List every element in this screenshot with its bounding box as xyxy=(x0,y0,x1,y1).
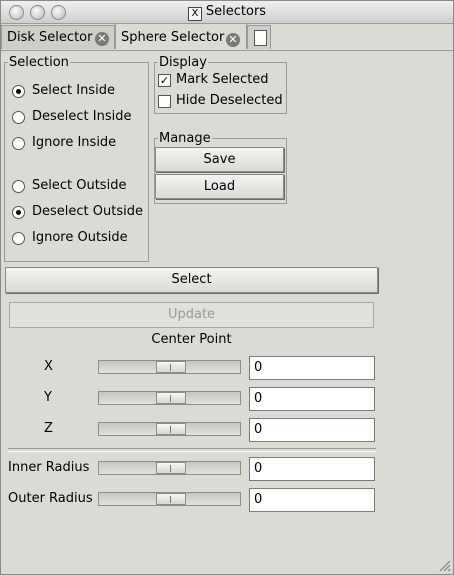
tab-label: Disk Selector xyxy=(7,30,93,45)
outer-radius-label: Outer Radius xyxy=(8,491,93,506)
radio-circle xyxy=(12,206,25,219)
inner-radius-label: Inner Radius xyxy=(8,460,90,475)
tab-label: Sphere Selector xyxy=(121,30,225,45)
selection-group: Selection Select Inside Deselect Inside … xyxy=(4,55,149,262)
radio-label: Ignore Inside xyxy=(32,135,117,150)
select-button[interactable]: Select xyxy=(5,267,378,293)
slider-thumb[interactable] xyxy=(156,392,186,404)
slider-thumb[interactable] xyxy=(156,423,186,435)
close-icon[interactable]: ✕ xyxy=(95,32,109,46)
inner-radius-slider[interactable] xyxy=(98,461,241,475)
radio-circle xyxy=(12,85,25,98)
tab-disk-selector[interactable]: Disk Selector ✕ xyxy=(1,25,115,49)
z-label: Z xyxy=(44,421,53,436)
save-button[interactable]: Save xyxy=(155,147,284,172)
checkbox-box xyxy=(158,95,171,108)
checkbox-label: Hide Deselected xyxy=(176,93,283,108)
radio-label: Deselect Inside xyxy=(32,109,132,124)
radio-dot xyxy=(16,89,21,94)
outer-radius-slider[interactable] xyxy=(98,492,241,506)
display-group: Display ✓ Mark Selected Hide Deselected xyxy=(154,55,287,114)
radio-label: Ignore Outside xyxy=(32,230,128,245)
new-document-icon xyxy=(254,30,267,46)
tab-sphere-selector[interactable]: Sphere Selector ✕ xyxy=(115,23,247,49)
load-button[interactable]: Load xyxy=(155,174,284,199)
radio-label: Select Inside xyxy=(32,83,115,98)
new-tab-button[interactable] xyxy=(247,25,271,49)
outer-radius-input[interactable]: 0 xyxy=(249,488,375,512)
update-button[interactable]: Update xyxy=(9,302,374,328)
inner-radius-input[interactable]: 0 xyxy=(249,457,375,481)
window-title-area: X Selectors xyxy=(1,4,453,21)
y-slider[interactable] xyxy=(98,391,241,405)
checkbox-label: Mark Selected xyxy=(176,72,269,87)
resize-grip-icon[interactable] xyxy=(437,558,451,572)
selectors-window: X Selectors Disk Selector ✕ Sphere Select… xyxy=(0,0,454,575)
slider-thumb[interactable] xyxy=(156,493,186,505)
radio-circle xyxy=(12,232,25,245)
tab-divider xyxy=(1,50,453,51)
x-slider[interactable] xyxy=(98,360,241,374)
radio-circle xyxy=(12,137,25,150)
display-legend: Display xyxy=(158,55,208,70)
y-input[interactable]: 0 xyxy=(249,387,375,411)
window-title: Selectors xyxy=(205,4,267,19)
checkbox-box: ✓ xyxy=(158,74,171,87)
title-bar: X Selectors xyxy=(1,1,453,24)
selection-legend: Selection xyxy=(8,55,70,70)
x11-icon: X xyxy=(187,7,202,21)
radio-label: Select Outside xyxy=(32,178,127,193)
radius-separator xyxy=(8,448,376,452)
slider-thumb[interactable] xyxy=(156,462,186,474)
manage-legend: Manage xyxy=(158,131,212,146)
manage-group: Manage Save Load xyxy=(154,131,287,204)
radio-label: Deselect Outside xyxy=(32,204,143,219)
y-label: Y xyxy=(44,390,52,405)
radio-dot xyxy=(16,210,21,215)
center-point-heading: Center Point xyxy=(151,332,232,347)
close-icon[interactable]: ✕ xyxy=(226,33,240,47)
x-label: X xyxy=(44,359,53,374)
z-input[interactable]: 0 xyxy=(249,418,375,442)
radio-circle xyxy=(12,111,25,124)
x-input[interactable]: 0 xyxy=(249,356,375,380)
slider-thumb[interactable] xyxy=(156,361,186,373)
radio-circle xyxy=(12,180,25,193)
z-slider[interactable] xyxy=(98,422,241,436)
